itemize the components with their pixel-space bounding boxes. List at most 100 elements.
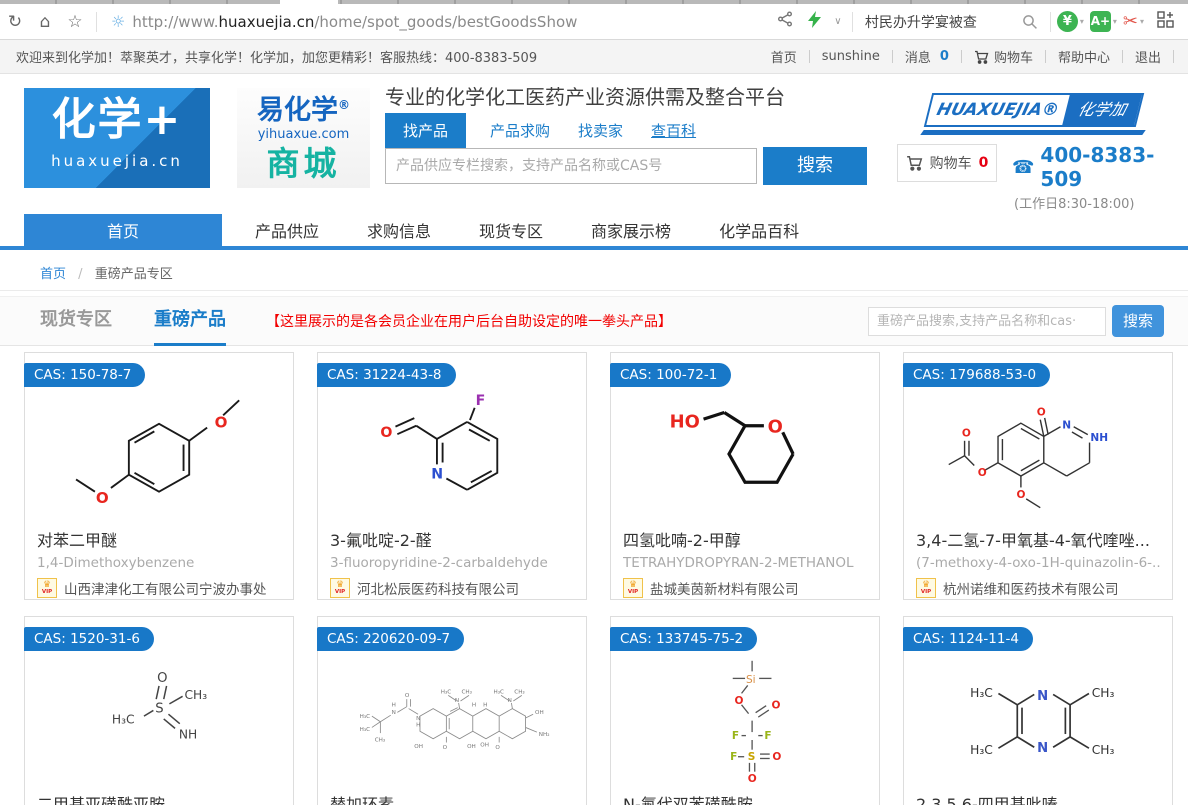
company-name: 山西津津化工有限公司宁波办事处 [64, 578, 267, 598]
product-card[interactable]: CAS: 100-72-1 O HO 四氢吡喃-2-甲醇 TETRAHYDROP… [610, 352, 880, 600]
tab-find-seller[interactable]: 找卖家 [578, 113, 623, 148]
top-link-cart[interactable]: 购物车 [962, 47, 1045, 66]
breadcrumb-home-link[interactable]: 首页 [40, 267, 66, 282]
company-row[interactable]: ♛VIP 山西津津化工有限公司宁波办事处 [37, 578, 281, 598]
chevron-down-icon[interactable]: ▾ [1113, 17, 1117, 26]
cas-badge: CAS: 179688-53-0 [903, 363, 1050, 387]
browser-search-box[interactable]: 村民办升学宴被查 [859, 9, 1044, 35]
molecule-structure: O S CH₃ H₃C NH [25, 651, 293, 785]
company-row[interactable]: ♛VIP 河北松辰医药科技有限公司 [330, 578, 574, 598]
product-name[interactable]: 二甲基亚磺酰亚胺 [37, 791, 281, 805]
top-link-help[interactable]: 帮助中心 [1046, 47, 1122, 66]
shield-yen-icon[interactable]: ¥ [1057, 11, 1078, 32]
url-bar[interactable]: ☼ http://www.huaxuejia.cn/home/spot_good… [111, 12, 577, 31]
huaxuejia-logo[interactable]: 化学+ huaxuejia.cn [24, 88, 210, 188]
cas-badge: CAS: 1124-11-4 [903, 627, 1033, 651]
tab-find-product[interactable]: 找产品 [385, 113, 466, 148]
home-icon[interactable]: ⌂ [30, 12, 60, 32]
tab-product-wanted[interactable]: 产品求购 [490, 113, 550, 148]
product-card[interactable]: CAS: 1520-31-6 O S CH₃ H₃C NH 二甲基亚磺酰亚胺 [24, 616, 294, 805]
svg-text:N: N [1037, 741, 1048, 756]
main-nav: 首页 产品供应 求购信息 现货专区 商家展示榜 化学品百科 [0, 214, 1188, 250]
product-card[interactable]: CAS: 31224-43-8 N F O [317, 352, 587, 600]
svg-text:N: N [454, 698, 458, 704]
cas-badge: CAS: 100-72-1 [610, 363, 731, 387]
mall-logo-text: 易化学® [237, 88, 370, 128]
bookmark-star-icon[interactable]: ☆ [60, 12, 90, 32]
chevron-down-icon[interactable]: ▾ [1080, 17, 1084, 26]
url-text[interactable]: http://www.huaxuejia.cn/home/spot_goods/… [132, 13, 577, 31]
cart-count: 0 [979, 155, 989, 171]
mall-logo-mall-text: 商城 [237, 142, 370, 186]
svg-text:OH: OH [467, 744, 476, 750]
product-card[interactable]: CAS: 179688-53-0 N [903, 352, 1173, 600]
share-icon[interactable] [770, 11, 800, 32]
product-search-input[interactable] [385, 148, 757, 184]
refresh-icon[interactable]: ↻ [0, 12, 30, 32]
product-name[interactable]: 四氢吡喃-2-甲醇 [623, 527, 867, 551]
nav-item-encyclopedia[interactable]: 化学品百科 [719, 214, 799, 246]
molecule-structure: H₃CCH₃N H₃CCH₃N HH OHNH₂ OHOOHOHO H₃CH₃C… [318, 651, 586, 785]
phone-hours: (工作日8:30-18:00) [1014, 193, 1188, 212]
scissors-icon[interactable]: ✂ [1123, 11, 1138, 32]
svg-text:O: O [380, 425, 392, 441]
svg-text:H₃C: H₃C [440, 689, 451, 695]
svg-text:N: N [1037, 689, 1048, 704]
best-search-button[interactable]: 搜索 [1112, 305, 1164, 337]
product-alias: 3-fluoropyridine-2-carbaldehyde [330, 555, 574, 571]
lightning-icon[interactable] [800, 11, 830, 33]
company-row[interactable]: ♛VIP 盐城美茵新材料有限公司 [623, 578, 867, 598]
product-name[interactable]: 2,3,5,6-四甲基吡嗪 [916, 791, 1160, 805]
nav-item-wanted-info[interactable]: 求购信息 [367, 214, 431, 246]
tab-spot-goods[interactable]: 现货专区 [40, 297, 112, 346]
nav-item-spot-goods[interactable]: 现货专区 [479, 214, 543, 246]
product-card[interactable]: CAS: 150-78-7 O O 对苯二甲醚 1,4-Dimethoxyben… [24, 352, 294, 600]
tab-best-products[interactable]: 重磅产品 [154, 297, 226, 346]
top-link-home[interactable]: 首页 [759, 47, 809, 66]
product-card[interactable]: CAS: 133745-75-2 Si [610, 616, 880, 805]
search-button[interactable]: 搜索 [763, 147, 867, 185]
yihuaxue-mall-logo[interactable]: 易化学® yihuaxue.com 商城 [237, 88, 370, 188]
apps-grid-icon[interactable] [1150, 11, 1180, 33]
svg-text:O: O [95, 489, 108, 507]
top-link-username[interactable]: sunshine [810, 49, 892, 64]
nav-item-merchant-list[interactable]: 商家展示榜 [591, 214, 671, 246]
chevron-down-icon[interactable]: ▾ [1140, 17, 1144, 26]
product-card[interactable]: CAS: 220620-09-7 [317, 616, 587, 805]
svg-text:CH₃: CH₃ [514, 689, 524, 695]
molecule-structure: N NH O O O O [904, 387, 1172, 521]
cart-button[interactable]: 购物车 0 [897, 144, 997, 182]
search-icon[interactable] [1022, 14, 1038, 30]
molecule-structure: O HO [611, 387, 879, 521]
nav-item-product-supply[interactable]: 产品供应 [255, 214, 319, 246]
header-search: 搜索 [385, 148, 867, 185]
search-category-tabs: 找产品 产品求购 找卖家 查百科 [385, 113, 724, 148]
tab-encyclopedia[interactable]: 查百科 [651, 113, 696, 148]
product-name[interactable]: N-氟代双苯磺酰胺 [623, 791, 867, 805]
product-card[interactable]: CAS: 1124-11-4 N N H₃C CH₃ H₃C [903, 616, 1173, 805]
company-name: 杭州诺维和医药技术有限公司 [943, 578, 1119, 598]
site-icon: ☼ [111, 12, 125, 31]
svg-text:O: O [495, 745, 500, 751]
top-links: 首页 sunshine 消息0 购物车 帮助中心 退出 [759, 47, 1174, 66]
top-link-messages[interactable]: 消息0 [893, 47, 961, 66]
logo-domain: huaxuejia.cn [24, 152, 210, 170]
chevron-down-icon[interactable]: ∨ [830, 16, 846, 27]
top-link-logout[interactable]: 退出 [1123, 47, 1173, 66]
logo-text: 化学+ [24, 88, 210, 152]
cas-badge: CAS: 220620-09-7 [317, 627, 464, 651]
best-search-input[interactable] [868, 307, 1106, 336]
translate-icon[interactable]: A+ [1090, 11, 1111, 32]
svg-text:H₃C: H₃C [493, 689, 504, 695]
product-name[interactable]: 3,4-二氢-7-甲氧基-4-氧代喹唑... [916, 527, 1160, 551]
nav-item-home[interactable]: 首页 [24, 214, 222, 246]
browser-search-text[interactable]: 村民办升学宴被查 [865, 12, 1022, 32]
product-alias: (7-methoxy-4-oxo-1H-quinazolin-6-... [916, 555, 1160, 571]
svg-text:CH₃: CH₃ [184, 688, 207, 702]
company-row[interactable]: ♛VIP 杭州诺维和医药技术有限公司 [916, 578, 1160, 598]
svg-text:NH: NH [1090, 432, 1108, 444]
product-name[interactable]: 3-氟吡啶-2-醛 [330, 527, 574, 551]
product-name[interactable]: 替加环素 [330, 791, 574, 805]
vip-icon: ♛VIP [916, 578, 936, 598]
product-name[interactable]: 对苯二甲醚 [37, 527, 281, 551]
